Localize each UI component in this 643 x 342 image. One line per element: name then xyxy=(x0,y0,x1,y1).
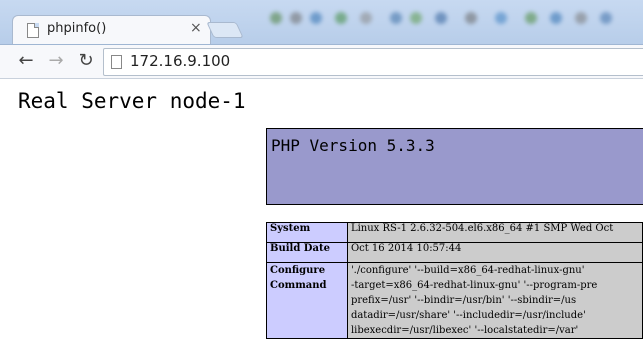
blurred-background-icons xyxy=(250,2,643,32)
blur-blob-icon xyxy=(310,12,322,24)
page-content: Real Server node-1 PHP Version 5.3.3 Sys… xyxy=(0,79,643,342)
blur-blob-icon xyxy=(465,12,477,24)
configure-line: libexecdir=/usr/libexec' '--localstatedi… xyxy=(350,325,579,336)
php-version-title: PHP Version 5.3.3 xyxy=(271,136,435,155)
row-value: Oct 16 2014 10:57:44 xyxy=(346,242,643,263)
tab-title: phpinfo() xyxy=(47,21,107,36)
blur-blob-icon xyxy=(410,12,422,24)
url-text[interactable]: 172.16.9.100 xyxy=(130,52,230,70)
reload-button[interactable]: ↻ xyxy=(74,50,98,72)
address-bar[interactable]: 172.16.9.100 xyxy=(103,48,643,76)
row-key: System xyxy=(266,222,348,243)
close-tab-icon[interactable]: × xyxy=(190,20,202,36)
blur-blob-icon xyxy=(550,12,562,24)
row-value: './configure' '--build=x86_64-redhat-lin… xyxy=(346,262,643,339)
blur-blob-icon xyxy=(270,12,282,24)
row-key: Build Date xyxy=(266,242,348,263)
new-tab-button[interactable] xyxy=(206,22,244,38)
blur-blob-icon xyxy=(575,12,587,24)
browser-toolbar: ← → ↻ 172.16.9.100 xyxy=(0,45,643,79)
row-key: Configure Command xyxy=(266,262,348,339)
blur-blob-icon xyxy=(390,12,402,24)
php-version-header: PHP Version 5.3.3 xyxy=(266,128,643,205)
blur-blob-icon xyxy=(335,12,347,24)
configure-line: -target=x86_64-redhat-linux-gnu' '--prog… xyxy=(350,280,598,291)
page-icon xyxy=(111,55,122,69)
phpinfo-table: System Linux RS-1 2.6.32-504.el6.x86_64 … xyxy=(266,222,643,339)
blur-blob-icon xyxy=(525,12,537,24)
forward-button[interactable]: → xyxy=(44,50,68,72)
configure-line: './configure' '--build=x86_64-redhat-lin… xyxy=(350,265,585,276)
configure-line: datadir=/usr/share' '--includedir=/usr/i… xyxy=(350,310,586,321)
page-icon xyxy=(27,23,39,38)
row-value: Linux RS-1 2.6.32-504.el6.x86_64 #1 SMP … xyxy=(346,222,643,243)
browser-titlebar: phpinfo() × xyxy=(0,0,643,46)
blur-blob-icon xyxy=(435,12,447,24)
blur-blob-icon xyxy=(360,12,372,24)
table-row: Configure Command './configure' '--build… xyxy=(266,262,643,339)
blur-blob-icon xyxy=(600,12,612,24)
tab-phpinfo[interactable]: phpinfo() × xyxy=(12,15,211,46)
blur-blob-icon xyxy=(495,12,507,24)
blur-blob-icon xyxy=(290,12,302,24)
back-button[interactable]: ← xyxy=(14,50,38,72)
table-row: System Linux RS-1 2.6.32-504.el6.x86_64 … xyxy=(266,222,643,243)
table-row: Build Date Oct 16 2014 10:57:44 xyxy=(266,242,643,263)
page-title: Real Server node-1 xyxy=(18,89,246,113)
configure-line: prefix=/usr' '--bindir=/usr/bin' '--sbin… xyxy=(350,295,577,306)
